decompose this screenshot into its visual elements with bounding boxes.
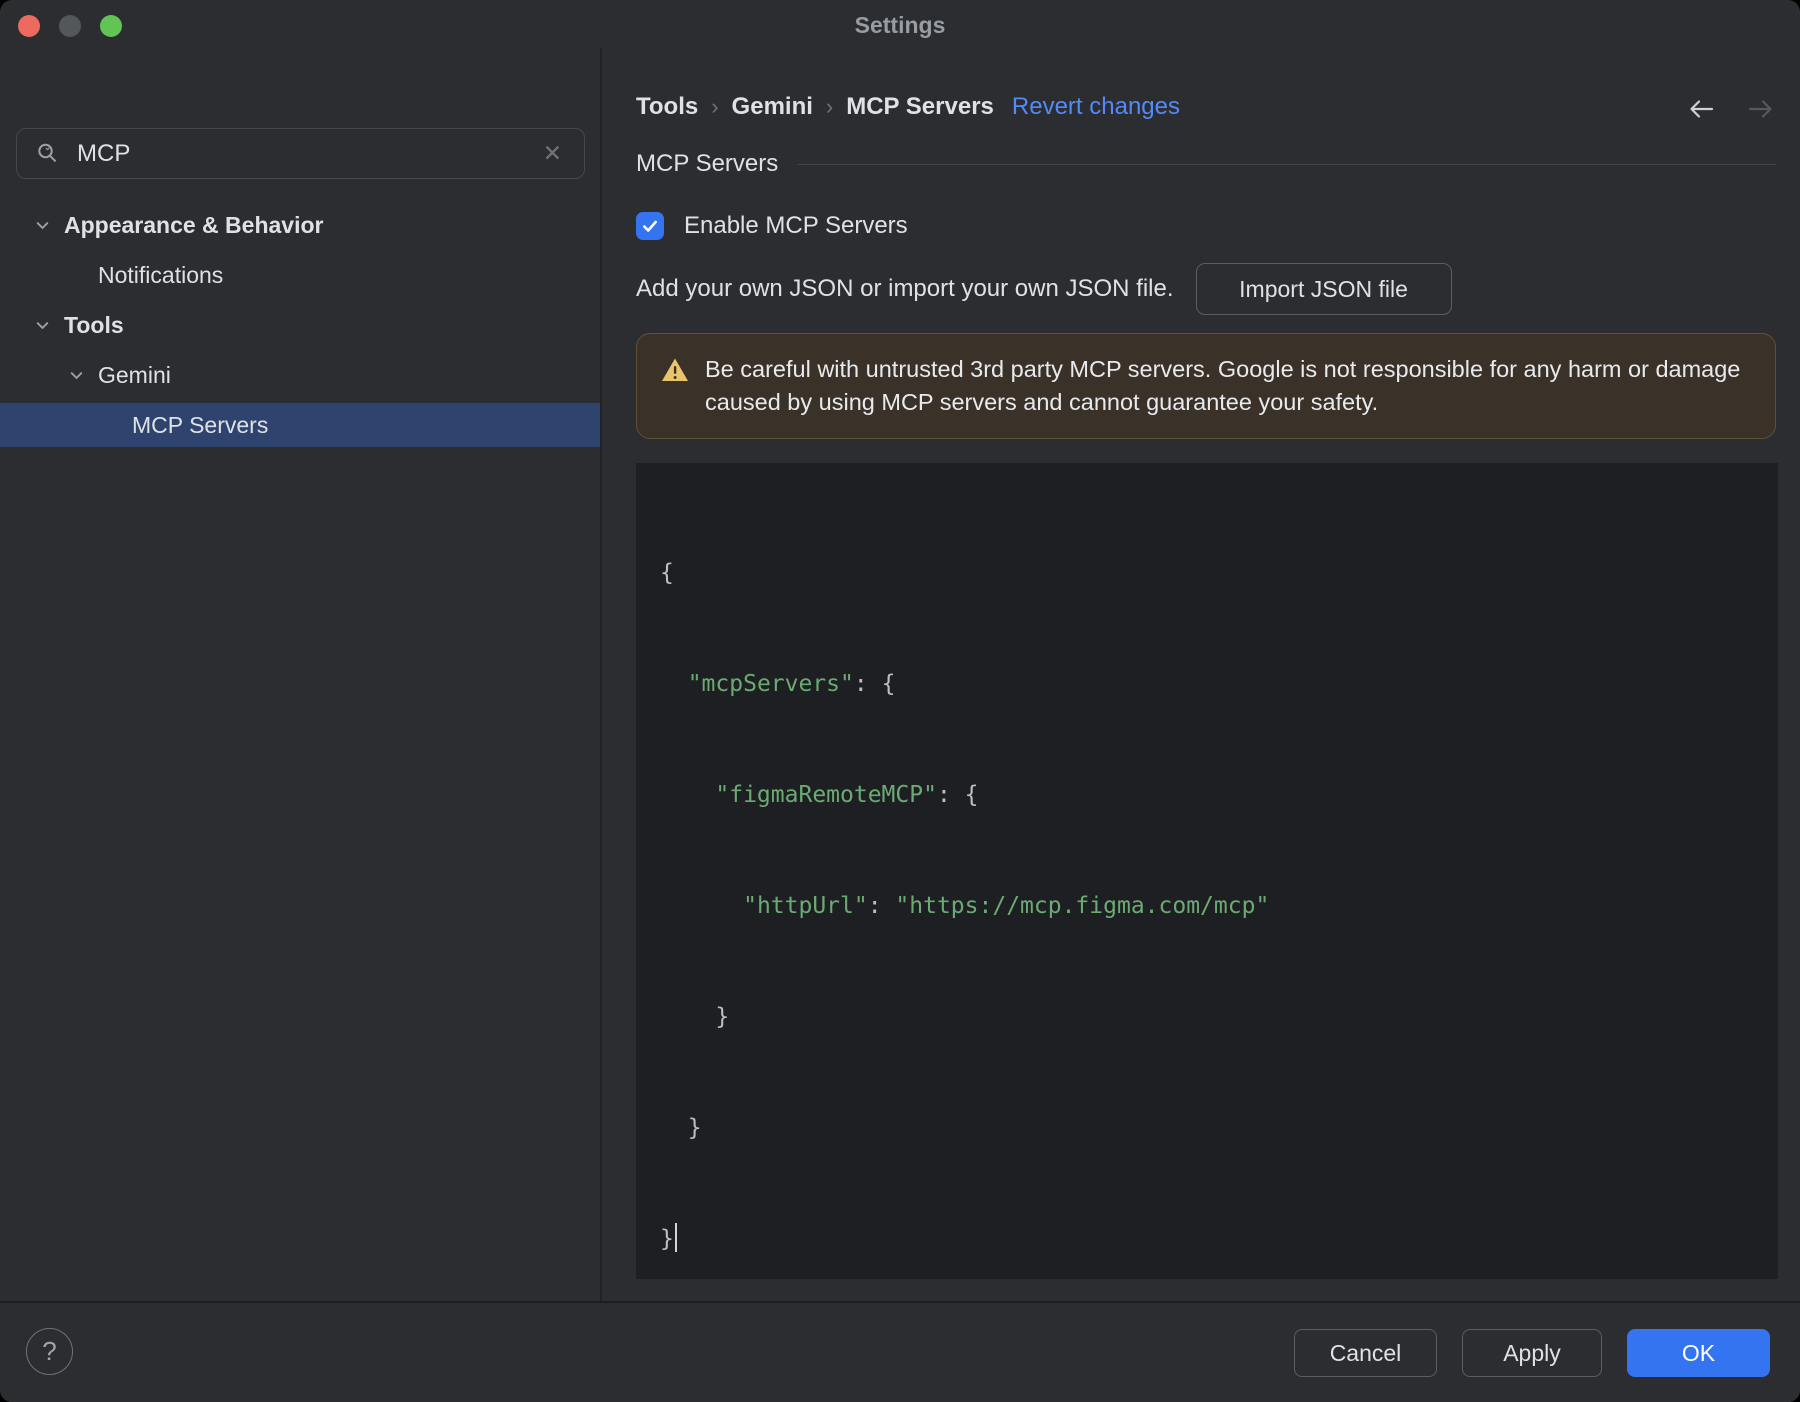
sidebar-item-label: Gemini	[98, 361, 171, 388]
sidebar-item-notifications[interactable]: Notifications	[0, 253, 601, 297]
sidebar-item-appearance-behavior[interactable]: Appearance & Behavior	[0, 203, 601, 247]
cancel-button[interactable]: Cancel	[1294, 1329, 1437, 1377]
add-json-text: Add your own JSON or import your own JSO…	[636, 275, 1174, 302]
settings-search-box[interactable]: ✕	[16, 128, 585, 179]
checkmark-icon	[643, 220, 657, 232]
code-line: "mcpServers": {	[687, 671, 896, 697]
warning-banner: Be careful with untrusted 3rd party MCP …	[636, 333, 1776, 439]
enable-mcp-label: Enable MCP Servers	[684, 212, 908, 239]
titlebar: Settings	[0, 0, 1800, 48]
code-line: {	[660, 560, 674, 586]
footer-buttons: Cancel Apply OK	[1294, 1329, 1770, 1377]
section-title: MCP Servers	[636, 150, 779, 177]
help-button[interactable]: ?	[26, 1328, 73, 1375]
section-header: MCP Servers	[636, 150, 1776, 178]
sidebar-item-label: Tools	[64, 311, 124, 338]
code-line: }	[660, 1115, 702, 1141]
breadcrumb-separator-icon: ›	[711, 94, 719, 119]
sidebar-item-label: MCP Servers	[132, 411, 269, 438]
code-line: "figmaRemoteMCP": {	[715, 782, 979, 808]
breadcrumb: Tools › Gemini › MCP Servers Revert chan…	[636, 93, 1180, 121]
sidebar-item-tools[interactable]: Tools	[0, 303, 601, 347]
sidebar-item-gemini[interactable]: Gemini	[0, 353, 601, 397]
settings-sidebar: ✕ Appearance & Behavior Notifications To…	[0, 48, 601, 1301]
json-editor[interactable]: { "mcpServers": { "figmaRemoteMCP": { "h…	[636, 463, 1778, 1279]
code-line: }	[660, 1221, 1754, 1258]
enable-mcp-checkbox[interactable]	[636, 212, 664, 240]
section-divider	[798, 163, 1776, 165]
chevron-down-icon[interactable]	[34, 217, 51, 234]
back-arrow-icon[interactable]	[1686, 94, 1716, 124]
import-json-file-button[interactable]: Import JSON file	[1195, 263, 1452, 315]
settings-window: Settings ✕ Appearance & Behavior	[0, 0, 1800, 1402]
json-code: { "mcpServers": { "figmaRemoteMCP": { "h…	[660, 481, 1754, 1332]
breadcrumb-separator-icon: ›	[825, 94, 834, 119]
window-title: Settings	[854, 12, 946, 38]
search-input[interactable]	[75, 138, 539, 169]
ok-button[interactable]: OK	[1627, 1329, 1770, 1377]
code-line: }	[660, 1004, 730, 1030]
clear-search-icon[interactable]: ✕	[539, 138, 566, 169]
search-icon	[35, 141, 61, 167]
history-nav	[1686, 94, 1776, 124]
settings-tree: Appearance & Behavior Notifications Tool…	[0, 203, 601, 447]
breadcrumb-gemini[interactable]: Gemini	[732, 93, 813, 121]
revert-changes-link[interactable]: Revert changes	[1012, 93, 1180, 121]
help-icon: ?	[42, 1336, 57, 1366]
code-line: "httpUrl": "https://mcp.figma.com/mcp"	[743, 893, 1270, 919]
dialog-footer: ? Cancel Apply OK	[0, 1301, 1800, 1402]
chevron-down-icon[interactable]	[68, 367, 85, 384]
warning-triangle-icon	[661, 357, 689, 419]
chevron-down-icon[interactable]	[34, 317, 51, 334]
breadcrumb-mcp-servers: MCP Servers	[846, 93, 994, 120]
apply-button[interactable]: Apply	[1462, 1329, 1602, 1377]
add-json-row: Add your own JSON or import your own JSO…	[636, 263, 1452, 315]
sidebar-item-label: Notifications	[98, 261, 224, 288]
breadcrumb-tools[interactable]: Tools	[636, 93, 698, 121]
enable-mcp-servers-checkbox-row[interactable]: Enable MCP Servers	[636, 212, 908, 240]
forward-arrow-icon[interactable]	[1746, 94, 1776, 124]
warning-text: Be careful with untrusted 3rd party MCP …	[705, 356, 1741, 415]
settings-content: Tools › Gemini › MCP Servers Revert chan…	[602, 48, 1800, 1301]
sidebar-item-label: Appearance & Behavior	[64, 211, 324, 238]
text-cursor	[674, 1223, 677, 1252]
sidebar-item-mcp-servers-selected[interactable]: MCP Servers	[0, 403, 601, 447]
